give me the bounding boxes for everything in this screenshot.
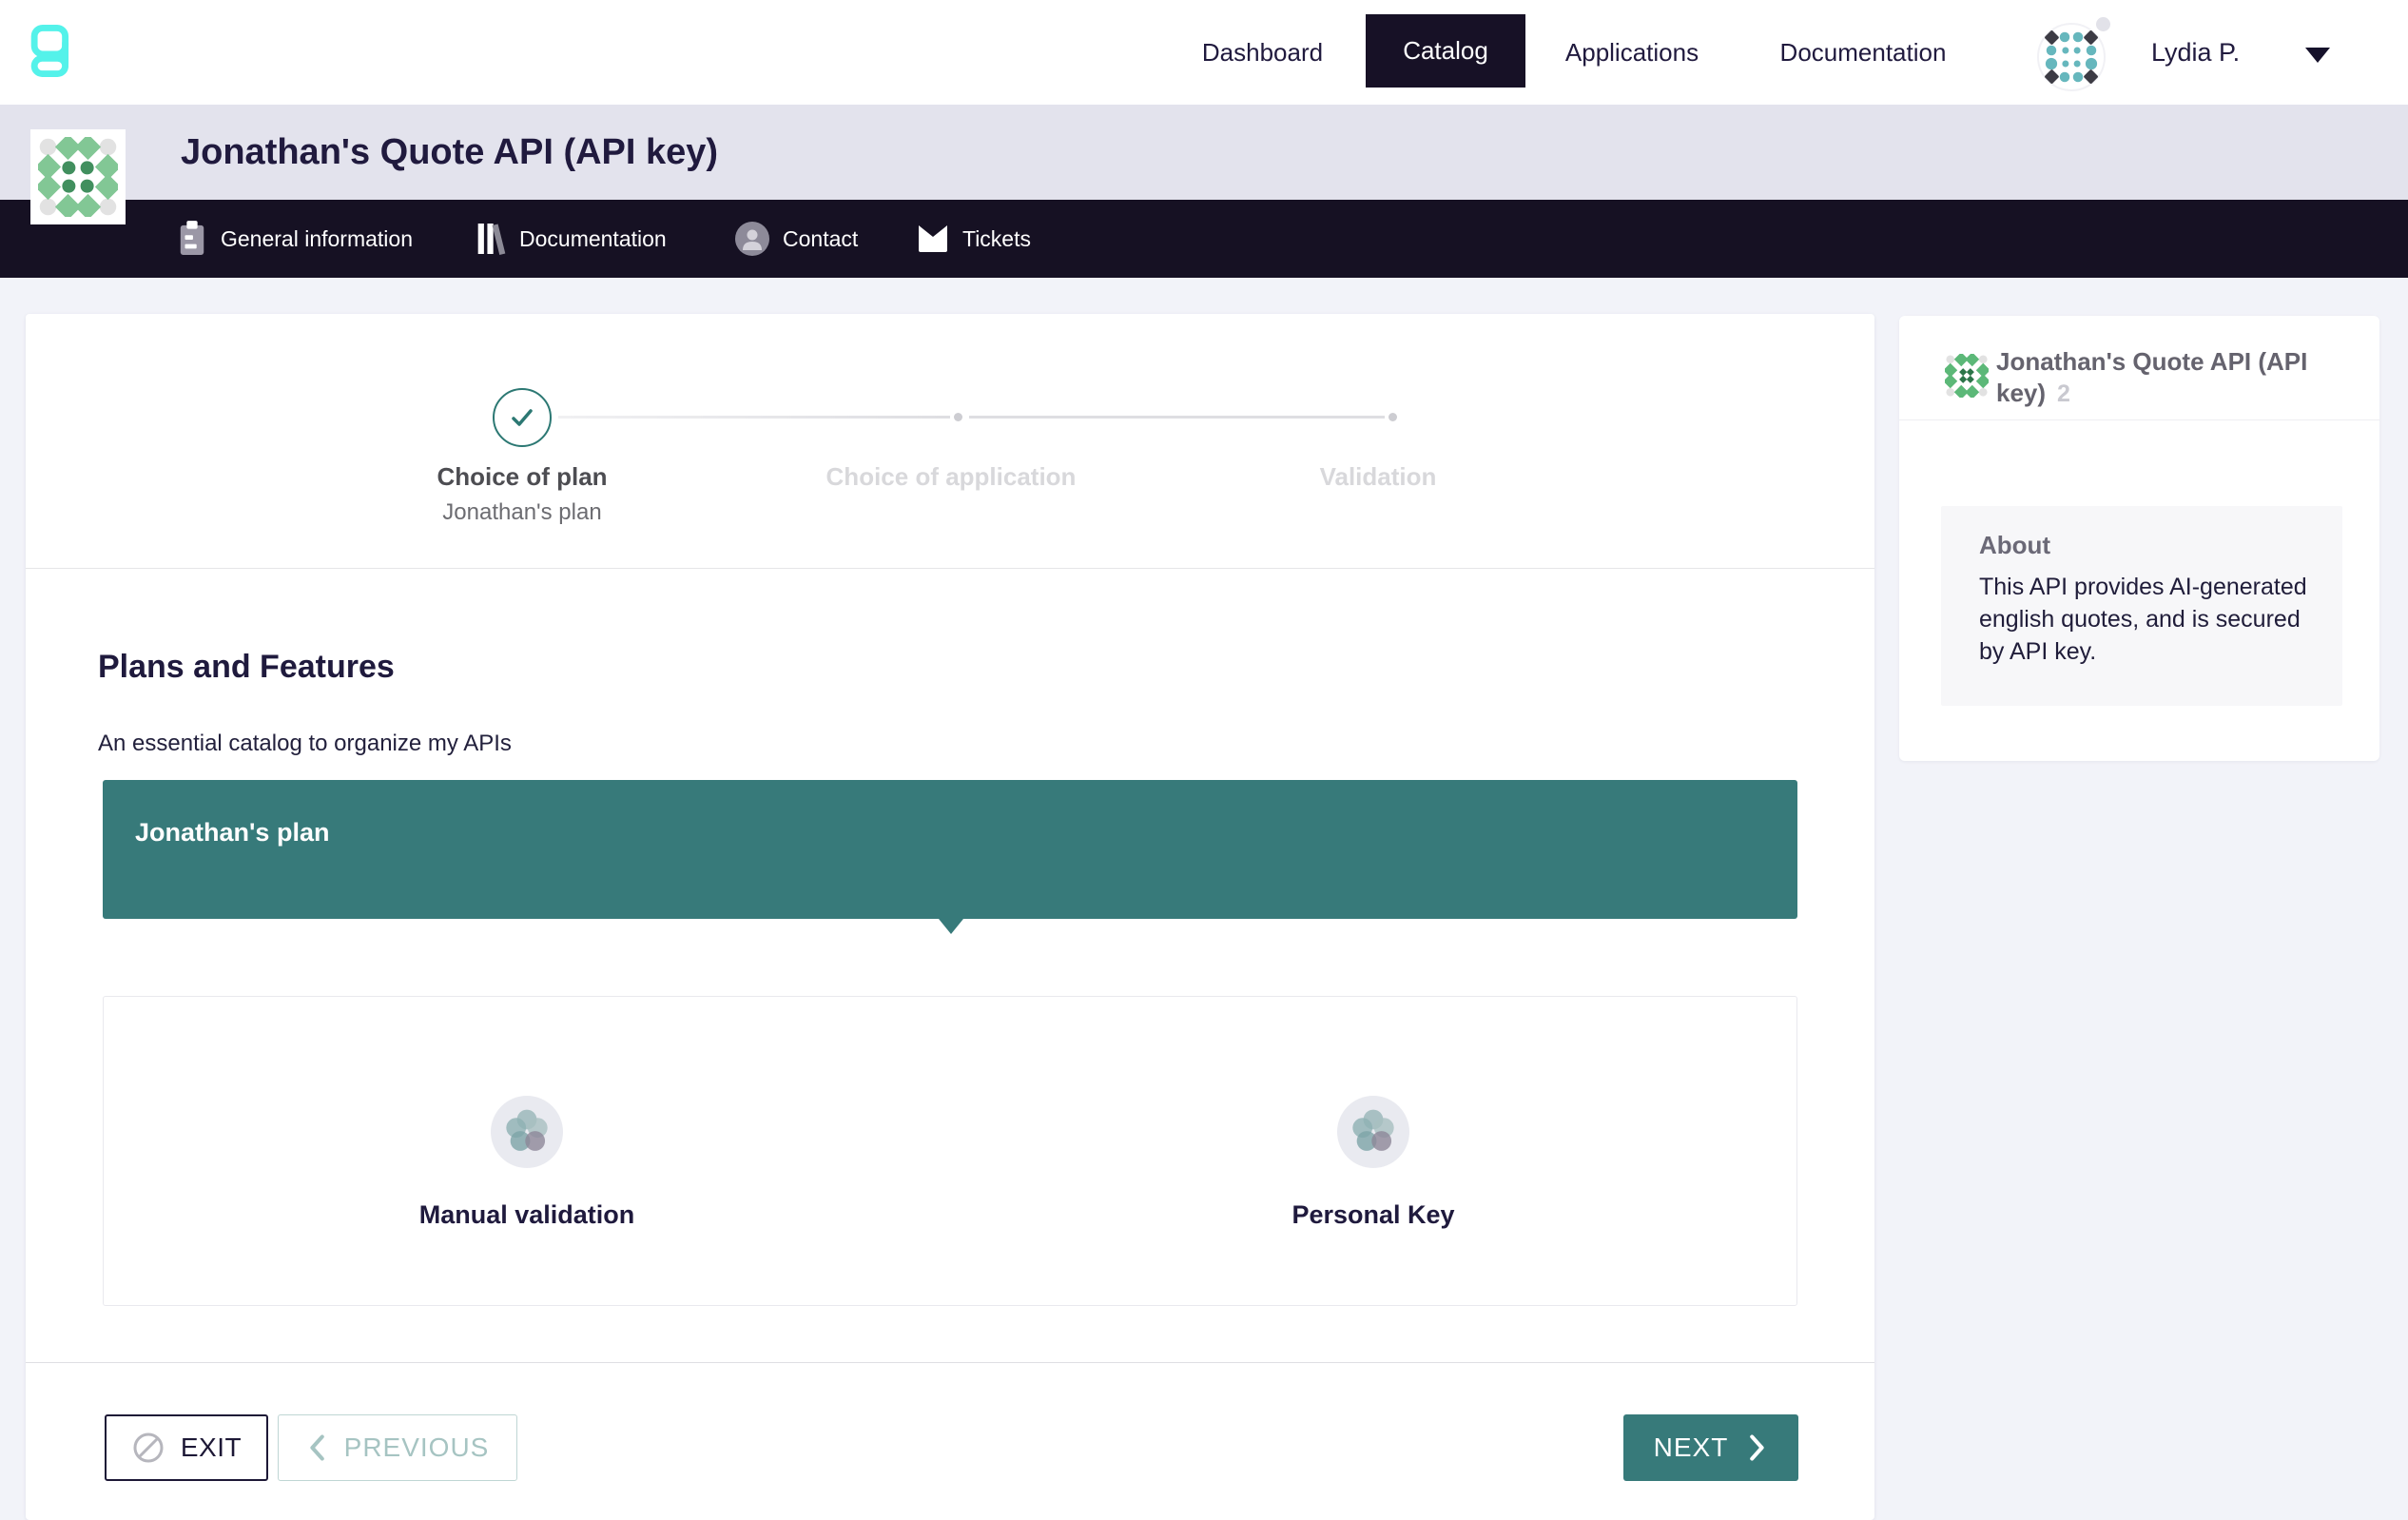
- api-pattern-icon: [1945, 354, 1989, 398]
- step-1-sublabel: Jonathan's plan: [379, 499, 665, 526]
- step-1-label: Choice of plan: [379, 462, 665, 492]
- feature-manual-validation: Manual validation: [104, 997, 950, 1305]
- divider: [26, 1362, 1874, 1363]
- books-icon: [476, 221, 506, 257]
- sidebar-api-title: Jonathan's Quote API (API key)2: [1996, 346, 2367, 410]
- tab-label: Contact: [783, 226, 858, 252]
- clipboard-icon: [177, 221, 207, 257]
- divider: [26, 568, 1874, 569]
- divider: [1899, 419, 2379, 420]
- notification-dot: [2096, 17, 2110, 31]
- tab-contact[interactable]: Contact: [735, 200, 858, 278]
- ban-icon: [131, 1431, 165, 1465]
- subscription-wizard-card: Choice of plan Jonathan's plan Choice of…: [26, 314, 1874, 1520]
- step-3-indicator: [1388, 413, 1397, 421]
- feature-badge: [1337, 1096, 1409, 1168]
- flower-icon: [502, 1107, 552, 1157]
- stepper-connector: [558, 416, 950, 419]
- about-panel: About This API provides AI-generated eng…: [1941, 506, 2342, 706]
- chevron-down-icon[interactable]: [2305, 48, 2330, 63]
- stepper-connector: [969, 416, 1385, 419]
- feature-label: Personal Key: [1291, 1200, 1454, 1230]
- nav-item-documentation[interactable]: Documentation: [1773, 0, 1953, 105]
- selected-plan-name: Jonathan's plan: [135, 818, 329, 848]
- top-navbar: Dashboard Catalog Applications Documenta…: [0, 0, 2408, 105]
- flower-icon: [1349, 1107, 1398, 1157]
- step-1-indicator: [493, 388, 552, 447]
- tab-general-information[interactable]: General information: [177, 200, 413, 278]
- api-avatar: [30, 129, 126, 224]
- gravitee-logo-icon[interactable]: [27, 15, 74, 89]
- sidebar-api-count-badge: 2: [2057, 380, 2070, 407]
- about-text: This API provides AI-generated english q…: [1979, 571, 2314, 668]
- plans-heading: Plans and Features: [98, 649, 395, 686]
- plans-description: An essential catalog to organize my APIs: [98, 731, 512, 757]
- contact-icon: [735, 222, 769, 256]
- tab-label: General information: [221, 226, 413, 252]
- feature-personal-key: Personal Key: [950, 997, 1796, 1305]
- nav-item-catalog[interactable]: Catalog: [1366, 14, 1525, 88]
- feature-badge: [491, 1096, 563, 1168]
- previous-button[interactable]: PREVIOUS: [278, 1414, 517, 1481]
- step-3-label: Validation: [1235, 462, 1521, 492]
- next-button-label: NEXT: [1654, 1432, 1729, 1463]
- api-summary-card: Jonathan's Quote API (API key)2 About Th…: [1899, 316, 2379, 761]
- step-2-indicator: [954, 413, 962, 421]
- exit-button-label: EXIT: [181, 1432, 242, 1463]
- tab-label: Tickets: [962, 226, 1031, 252]
- exit-button[interactable]: EXIT: [105, 1414, 268, 1481]
- sidebar-api-title-text: Jonathan's Quote API (API key): [1996, 347, 2307, 407]
- plan-pointer-arrow: [939, 919, 963, 934]
- selected-plan-banner[interactable]: Jonathan's plan: [103, 780, 1797, 919]
- api-tabbar: General information Documentation Contac…: [0, 200, 2408, 278]
- page-title: Jonathan's Quote API (API key): [181, 105, 718, 200]
- plan-features-panel: Manual validation Personal Key: [103, 996, 1797, 1306]
- previous-button-label: PREVIOUS: [344, 1432, 490, 1463]
- feature-label: Manual validation: [419, 1200, 635, 1230]
- nav-item-dashboard[interactable]: Dashboard: [1194, 0, 1331, 105]
- check-icon: [507, 402, 537, 433]
- about-title: About: [1979, 531, 2050, 560]
- next-button[interactable]: NEXT: [1623, 1414, 1798, 1481]
- user-avatar[interactable]: [2037, 23, 2106, 91]
- user-name[interactable]: Lydia P.: [2151, 0, 2240, 105]
- nav-item-applications[interactable]: Applications: [1556, 0, 1708, 105]
- tab-documentation[interactable]: Documentation: [476, 200, 667, 278]
- tickets-icon: [917, 224, 949, 253]
- chevron-right-icon: [1747, 1433, 1768, 1462]
- api-pattern-icon: [38, 137, 118, 217]
- step-2-label: Choice of application: [780, 462, 1122, 492]
- avatar-pattern-icon: [2045, 30, 2098, 84]
- portal-page: Dashboard Catalog Applications Documenta…: [0, 0, 2408, 1520]
- tab-label: Documentation: [519, 226, 667, 252]
- chevron-left-icon: [306, 1433, 327, 1462]
- tab-tickets[interactable]: Tickets: [917, 200, 1031, 278]
